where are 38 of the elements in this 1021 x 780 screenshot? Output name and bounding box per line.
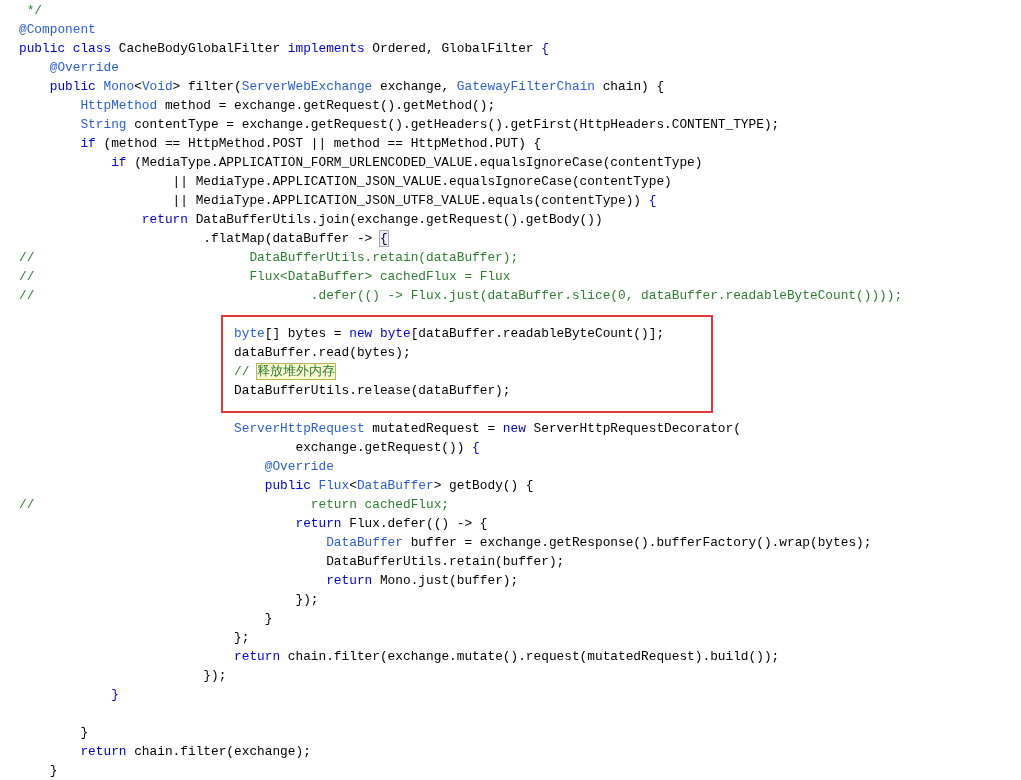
- comment-line: */: [25, 1, 44, 20]
- code-line: }: [110, 685, 120, 704]
- code-line: return Mono.just(buffer);: [325, 571, 520, 590]
- code-line: return DataBufferUtils.join(exchange.getRequest().getBody()): [140, 210, 604, 229]
- code-line: byte[] bytes = new byte[dataBuffer.readableByteCount()];: [233, 324, 666, 343]
- code-line: @Component: [19, 20, 97, 39]
- code-line: });: [294, 590, 320, 609]
- code-line: });: [202, 666, 228, 685]
- code-line: return chain.filter(exchange.mutate().request(mutatedRequest).build());: [233, 647, 781, 666]
- code-line: DataBufferUtils.retain(buffer);: [325, 552, 566, 571]
- code-line: }: [48, 761, 59, 780]
- code-line: public Mono<Void> filter(ServerWebExchange exchange, GatewayFilterChain chain) {: [48, 77, 666, 96]
- comment-line: // .defer(() -> Flux.just(dataBuffer.slice(0, dataBuffer.readableByteCount())));: [19, 286, 904, 305]
- code-line: }: [263, 609, 274, 628]
- code-line: ServerHttpRequest mutatedRequest = new ServerHttpRequestDecorator(: [233, 419, 742, 438]
- code-line: if (method == HttpMethod.POST || method == HttpMethod.PUT) {: [79, 134, 543, 153]
- code-line: public class CacheBodyGlobalFilter implements Ordered, GlobalFilter {: [19, 39, 550, 58]
- code-line: || MediaType.APPLICATION_JSON_VALUE.equalsIgnoreCase(contentType): [171, 172, 673, 191]
- code-line: return Flux.defer(() -> {: [294, 514, 489, 533]
- code-line: || MediaType.APPLICATION_JSON_UTF8_VALUE.equals(contentType)) {: [171, 191, 658, 210]
- code-line: public Flux<DataBuffer> getBody() {: [263, 476, 535, 495]
- code-line: };: [233, 628, 251, 647]
- code-line: exchange.getRequest()) {: [294, 438, 481, 457]
- comment-line: // 释放堆外内存: [233, 362, 337, 381]
- code-line: }: [79, 723, 90, 742]
- code-line: @Override: [48, 58, 120, 77]
- code-line: @Override: [263, 457, 335, 476]
- code-line: String contentType = exchange.getRequest().getHeaders().getFirst(HttpHeaders.CONTENT_TYPE);: [79, 115, 781, 134]
- code-line: DataBufferUtils.release(dataBuffer);: [233, 381, 512, 400]
- code-line: return chain.filter(exchange);: [79, 742, 312, 761]
- code-line: if (MediaType.APPLICATION_FORM_URLENCODED_VALUE.equalsIgnoreCase(contentType): [110, 153, 704, 172]
- comment-line: // return cachedFlux;: [19, 495, 451, 514]
- comment-line: // Flux<DataBuffer> cachedFlux = Flux: [19, 267, 512, 286]
- comment-line: // DataBufferUtils.retain(dataBuffer);: [19, 248, 520, 267]
- code-line: dataBuffer.read(bytes);: [233, 343, 412, 362]
- code-line: HttpMethod method = exchange.getRequest().getMethod();: [79, 96, 497, 115]
- code-line: .flatMap(dataBuffer -> {: [202, 229, 389, 248]
- code-line: DataBuffer buffer = exchange.getResponse().bufferFactory().wrap(bytes);: [325, 533, 873, 552]
